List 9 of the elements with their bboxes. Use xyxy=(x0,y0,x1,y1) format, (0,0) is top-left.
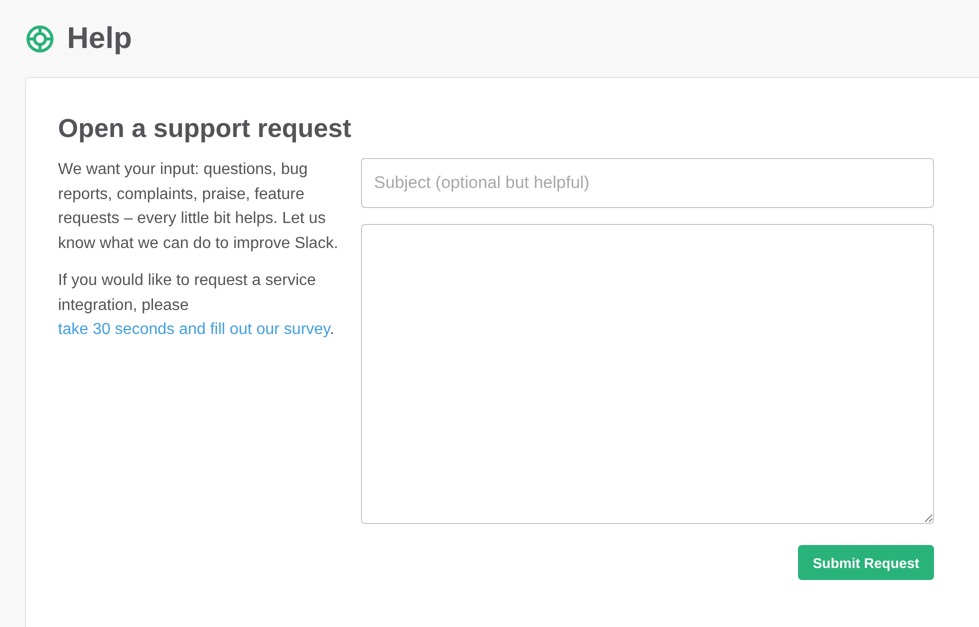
form-heading: Open a support request xyxy=(58,112,352,144)
subject-field[interactable]: Subject (optional but helpful) xyxy=(361,158,934,208)
message-field[interactable] xyxy=(361,224,934,524)
lifebuoy-icon xyxy=(26,24,54,52)
intro-text: We want your input: questions, bug reports, complaints, praise, feature requests – every little bit helps. Let us know what we can do to improve Slack. xyxy=(58,160,340,254)
integration-note: If you would like to request a service integration, please take 30 seconds and fill out our survey. xyxy=(58,271,336,340)
page-title: Help xyxy=(67,20,132,56)
submit-button[interactable]: Submit Request xyxy=(798,545,934,580)
survey-link[interactable]: take 30 seconds and fill out our survey xyxy=(58,321,330,338)
